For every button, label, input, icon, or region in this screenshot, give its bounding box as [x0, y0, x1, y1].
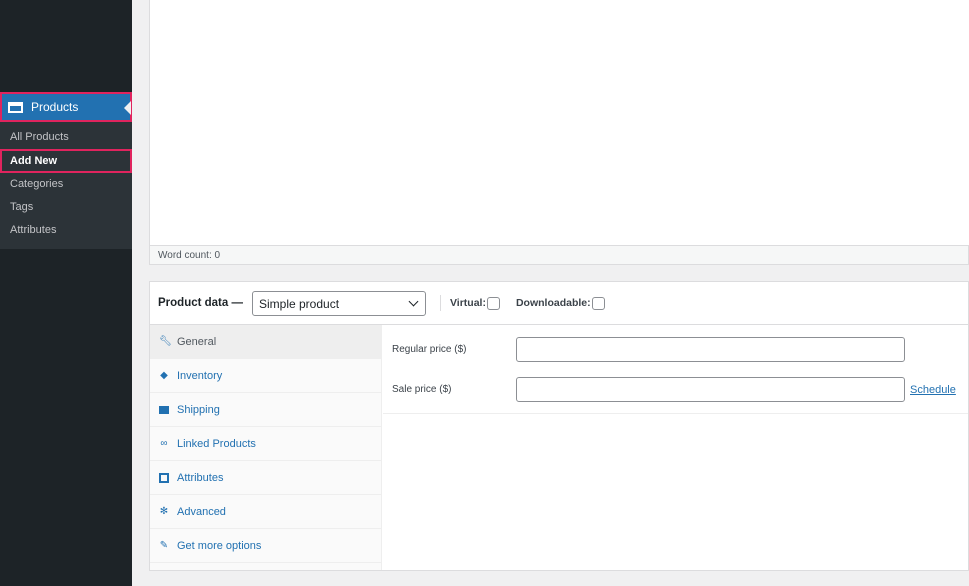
tab-advanced[interactable]: ✻ Advanced	[150, 495, 381, 529]
sale-price-input[interactable]	[516, 377, 905, 402]
schedule-link[interactable]: Schedule	[910, 384, 956, 396]
tab-attributes[interactable]: Attributes	[150, 461, 381, 495]
content-editor[interactable]	[149, 0, 969, 245]
product-data-title: Product data —	[158, 297, 243, 309]
chevron-down-icon	[408, 296, 419, 306]
regular-price-input[interactable]	[516, 337, 905, 362]
submenu-add-new[interactable]: Add New	[0, 149, 132, 173]
product-type-select[interactable]: Simple product	[251, 290, 426, 316]
truck-icon	[159, 405, 169, 414]
submenu-attributes[interactable]: Attributes	[0, 219, 132, 242]
product-data-panel: Product data — Simple product Virtual: D…	[149, 281, 969, 571]
link-icon: ∞	[160, 437, 168, 449]
virtual-box[interactable]	[486, 296, 500, 310]
regular-price-label: Regular price ($)	[392, 344, 467, 355]
divider	[439, 295, 441, 311]
downloadable-box[interactable]	[591, 296, 605, 310]
downloadable-checkbox[interactable]: Downloadable:	[516, 296, 605, 310]
tag-icon: ◆	[160, 369, 168, 381]
submenu-categories[interactable]: Categories	[0, 173, 132, 196]
wrench-icon: 🔧︎	[159, 335, 172, 347]
list-icon	[159, 472, 169, 483]
tab-shipping[interactable]: Shipping	[150, 393, 381, 427]
general-fields: Regular price ($) Sale price ($) Schedule	[383, 325, 968, 414]
tab-get-more-options[interactable]: ✎ Get more options	[150, 529, 381, 563]
products-submenu: All Products Add New Categories Tags Att…	[0, 122, 132, 249]
tab-linked-products[interactable]: ∞ Linked Products	[150, 427, 381, 461]
word-count: Word count: 0	[149, 245, 969, 265]
admin-sidebar: Products All Products Add New Categories…	[0, 0, 132, 586]
submenu-tags[interactable]: Tags	[0, 196, 132, 219]
virtual-checkbox[interactable]: Virtual:	[450, 296, 500, 310]
gear-icon: ✻	[159, 505, 169, 517]
sale-price-label: Sale price ($)	[392, 384, 452, 395]
current-arrow	[124, 101, 131, 115]
submenu-all-products[interactable]: All Products	[0, 126, 132, 149]
tab-inventory[interactable]: ◆ Inventory	[150, 359, 381, 393]
sidebar-item-products[interactable]: Products	[0, 92, 132, 122]
tab-general[interactable]: 🔧︎ General	[150, 325, 381, 359]
plugin-icon: ✎	[159, 539, 169, 551]
product-data-tabs: 🔧︎ General ◆ Inventory Shipping ∞ Linked Pr…	[150, 325, 382, 570]
archive-icon	[8, 101, 23, 113]
